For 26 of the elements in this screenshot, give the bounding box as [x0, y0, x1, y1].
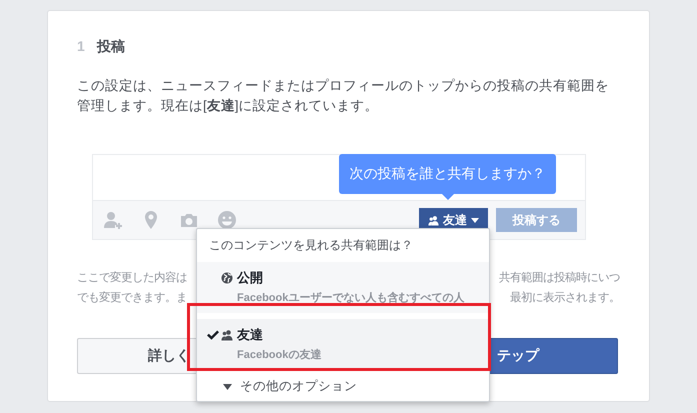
audience-option[interactable]: 公開 Facebookユーザーでない人も含むすべての人 — [197, 262, 489, 313]
caret-icon — [471, 218, 479, 222]
more-options[interactable]: その他のオプション — [197, 376, 489, 395]
triangle-down-icon — [223, 384, 232, 390]
step-number: 1 — [77, 38, 85, 54]
option-description: Facebookの友達 — [237, 348, 322, 362]
audience-option[interactable]: 友達 Facebookの友達 — [197, 319, 489, 370]
description-text: この設定は、ニュースフィードまたはプロフィールのトップからの投稿の共有範囲を管理します。現在は[友達]に設定されています。 — [77, 77, 610, 115]
globe-icon — [221, 272, 233, 284]
menu-header: このコンテンツを見れる共有範囲は？ — [208, 237, 414, 254]
option-description: Facebookユーザーでない人も含むすべての人 — [237, 290, 466, 305]
tooltip: 次の投稿を誰と共有しますか？ — [339, 154, 556, 200]
note-text: 最初に表示されます。 — [510, 290, 620, 306]
note-text: 共有範囲は投稿時にいつ — [499, 270, 620, 286]
step-title: 投稿 — [96, 38, 125, 56]
tag-person-icon[interactable] — [103, 210, 123, 230]
friends-icon — [428, 214, 439, 226]
smiley-icon[interactable] — [217, 210, 237, 230]
check-icon — [207, 330, 219, 340]
note-text: でも変更できます。ま — [77, 290, 187, 306]
tooltip-pointer — [442, 194, 454, 200]
option-label: 友達 — [237, 326, 264, 344]
more-options-label: その他のオプション — [240, 378, 357, 395]
option-label: 公開 — [237, 269, 264, 287]
note-text: ここで変更した内容は — [77, 270, 187, 286]
friends-icon — [221, 329, 233, 341]
